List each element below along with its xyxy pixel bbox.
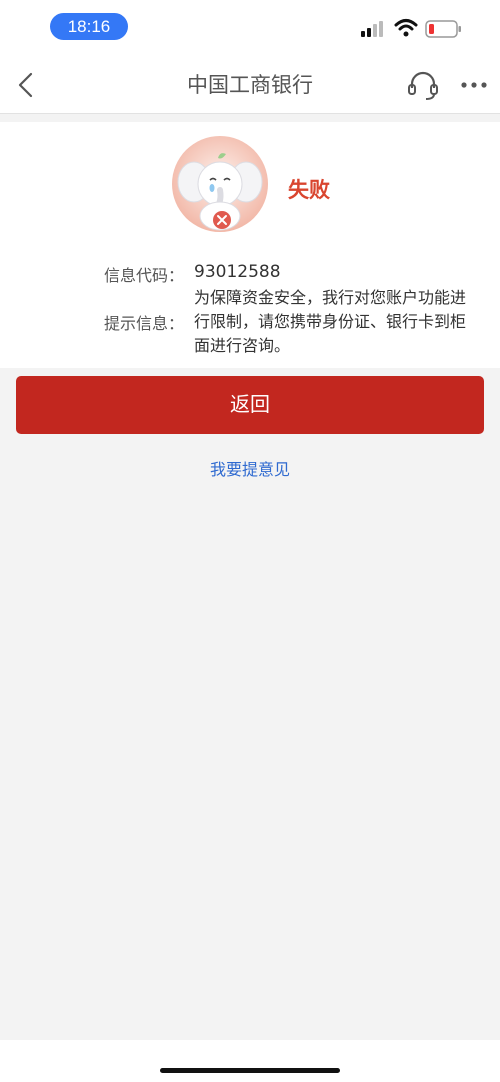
battery-low-icon bbox=[425, 20, 461, 38]
info-code-value: 93012588 bbox=[194, 262, 281, 282]
bottom-safe-area bbox=[0, 1040, 500, 1082]
time-pill: 18:16 bbox=[50, 13, 128, 40]
home-indicator[interactable] bbox=[160, 1068, 340, 1073]
return-button[interactable]: 返回 bbox=[16, 376, 484, 434]
back-chevron-icon[interactable] bbox=[14, 70, 38, 100]
wifi-icon bbox=[394, 19, 418, 37]
crying-elephant-icon bbox=[172, 136, 268, 232]
info-code-label: 信息代码： bbox=[103, 266, 184, 285]
signal-icon bbox=[361, 21, 383, 37]
info-message-value: 为保障资金安全，我行对您账户功能进行限制，请您携带身份证、银行卡到柜面进行咨询。 bbox=[194, 288, 467, 355]
status-bar: 18:16 bbox=[0, 0, 500, 56]
nav-bar: 中国工商银行 bbox=[0, 56, 500, 114]
result-card: 失败 信息代码： 93012588 提示信息： 为保障资金安全，我行对您账户功能… bbox=[0, 122, 500, 368]
headset-icon[interactable] bbox=[406, 68, 440, 102]
feedback-link[interactable]: 我要提意见 bbox=[0, 456, 500, 480]
status-text: 失败 bbox=[288, 178, 330, 202]
more-dots-icon[interactable] bbox=[460, 80, 488, 90]
info-message-label: 提示信息： bbox=[103, 314, 184, 333]
